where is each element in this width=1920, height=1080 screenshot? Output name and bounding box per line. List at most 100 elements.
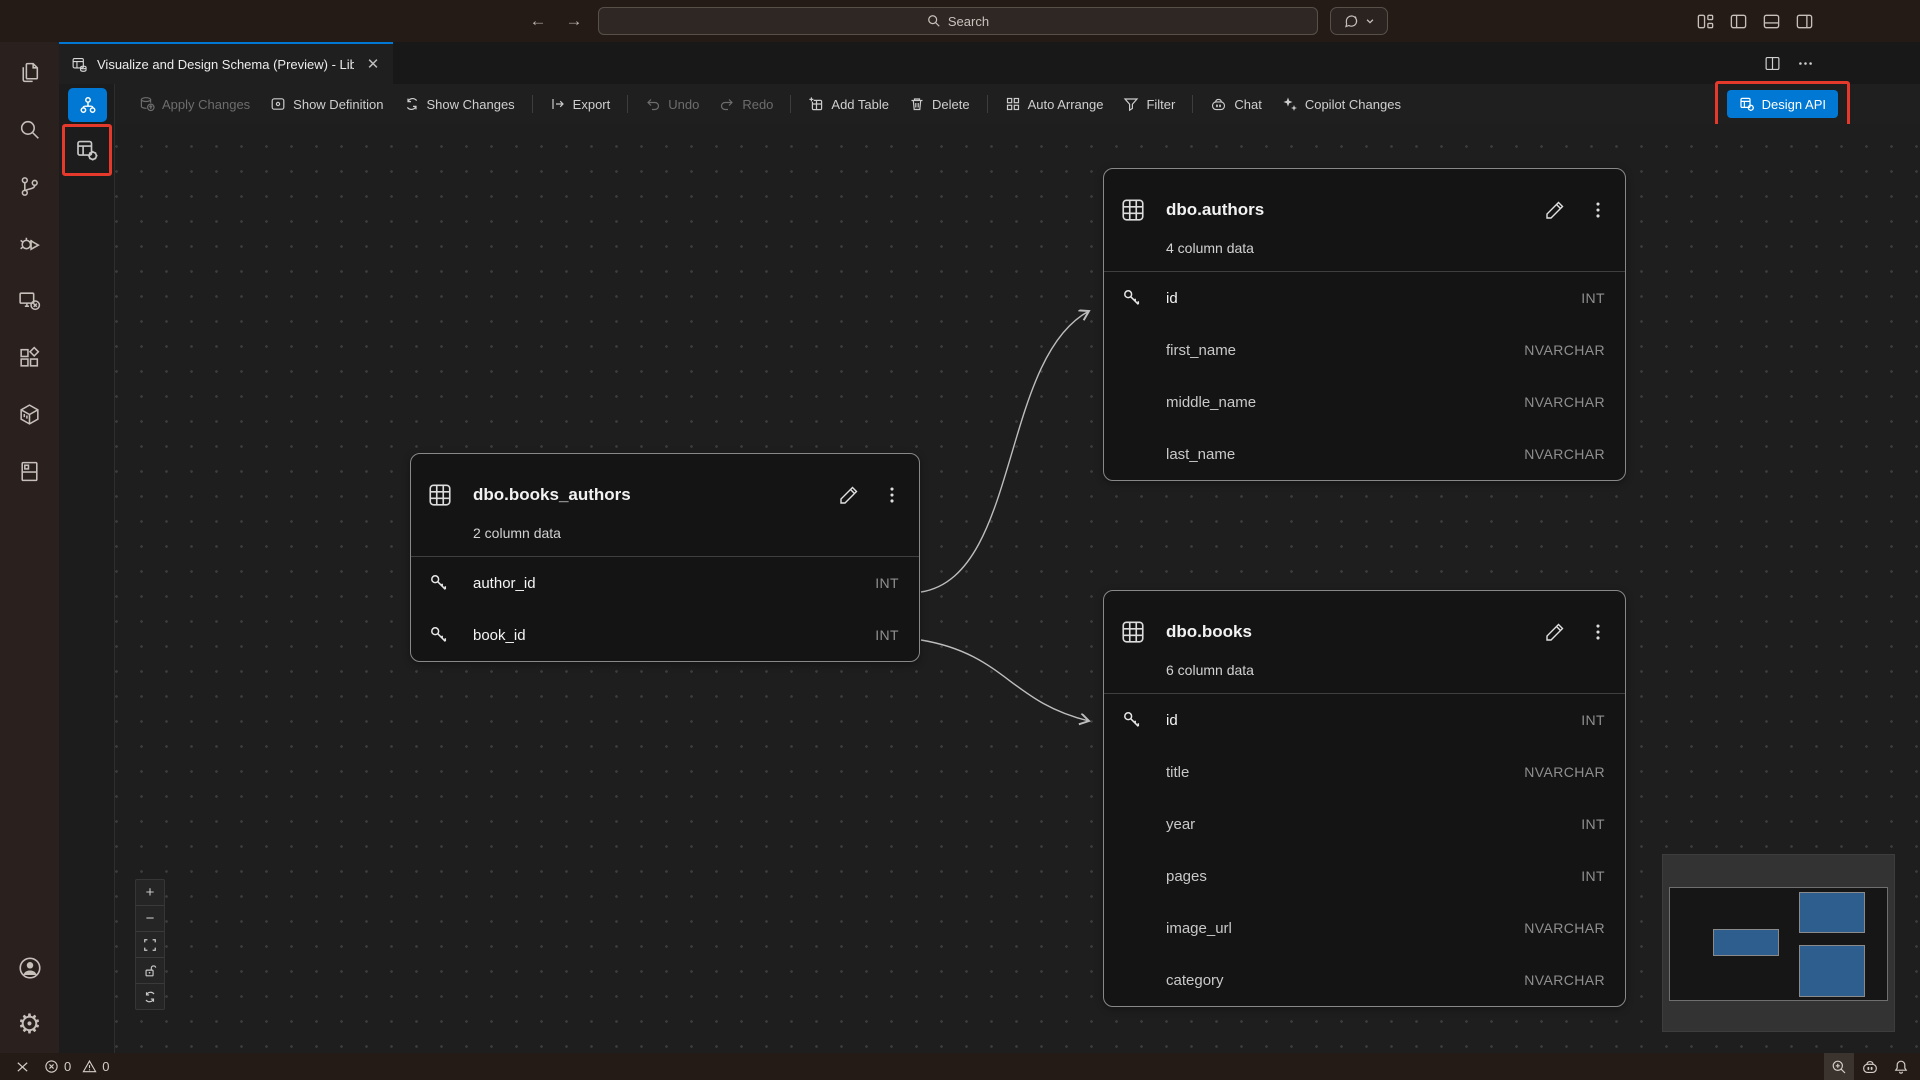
chat-button[interactable]: Chat: [1200, 90, 1271, 118]
accounts-icon[interactable]: [0, 939, 59, 996]
remote-indicator[interactable]: [8, 1053, 37, 1080]
search-sidebar-icon[interactable]: [0, 101, 59, 158]
extensions-icon[interactable]: [0, 329, 59, 386]
copilot-status[interactable]: [1854, 1053, 1886, 1080]
primary-key-icon: [427, 571, 453, 595]
table-row[interactable]: idINT: [1104, 272, 1625, 324]
filter-label: Filter: [1146, 97, 1175, 112]
schema-diagram-canvas[interactable]: dbo.books_authors 2 column data author_i…: [115, 124, 1920, 1053]
table-row[interactable]: image_urlNVARCHAR: [1104, 902, 1625, 954]
table-card-books[interactable]: dbo.books 6 column data idINTtitleNVARCH…: [1103, 590, 1626, 1007]
forward-arrow-icon[interactable]: →: [563, 10, 585, 32]
refresh-icon: [143, 990, 157, 1004]
table-row[interactable]: first_nameNVARCHAR: [1104, 324, 1625, 376]
explorer-icon[interactable]: [0, 44, 59, 101]
notifications-bell[interactable]: [1886, 1053, 1916, 1080]
search-label: Search: [948, 14, 989, 29]
toggle-panel-icon[interactable]: [1762, 12, 1781, 31]
primary-key-icon: [1120, 286, 1146, 310]
table-row[interactable]: book_idINT: [411, 609, 919, 661]
remote-explorer-icon[interactable]: [0, 272, 59, 329]
diagram-minimap[interactable]: [1662, 854, 1895, 1032]
tab-close-icon[interactable]: ✕: [363, 54, 383, 74]
table-row[interactable]: yearINT: [1104, 798, 1625, 850]
copilot-status-icon: [1861, 1058, 1879, 1076]
problems-indicator[interactable]: 0 0: [37, 1053, 116, 1080]
edit-table-pencil-icon[interactable]: [1543, 198, 1567, 222]
undo-button[interactable]: Undo: [635, 90, 709, 118]
column-type: NVARCHAR: [1524, 394, 1605, 410]
errors-icon: [44, 1059, 59, 1074]
show-changes-label: Show Changes: [427, 97, 515, 112]
export-label: Export: [573, 97, 611, 112]
redo-icon: [719, 96, 735, 112]
toggle-secondary-sidebar-icon[interactable]: [1795, 12, 1814, 31]
table-row[interactable]: author_idINT: [411, 557, 919, 609]
activity-bar: ⚙: [0, 42, 59, 1053]
redo-button[interactable]: Redo: [709, 90, 783, 118]
minimap-node-books-authors: [1713, 929, 1779, 956]
add-table-button[interactable]: Add Table: [798, 90, 899, 118]
tab-bar-actions: [1764, 42, 1814, 84]
fit-view-icon: [143, 938, 157, 952]
database-projects-icon[interactable]: [0, 443, 59, 500]
status-bar: 0 0: [0, 1053, 1920, 1080]
status-bar-left: 0 0: [0, 1053, 116, 1080]
table-designer-icon[interactable]: [75, 138, 99, 162]
toolbar-separator: [790, 95, 791, 113]
vscode-window: { "window": { "search_placeholder": "Sea…: [0, 0, 1920, 1080]
edge-books-authors-to-authors: [921, 311, 1089, 592]
lock-canvas-button[interactable]: [136, 958, 164, 983]
run-debug-icon[interactable]: [0, 215, 59, 272]
table-row[interactable]: last_nameNVARCHAR: [1104, 428, 1625, 480]
table-row[interactable]: pagesINT: [1104, 850, 1625, 902]
split-editor-icon[interactable]: [1764, 55, 1781, 72]
zoom-out-button[interactable]: −: [136, 906, 164, 931]
refresh-diagram-button[interactable]: [136, 984, 164, 1009]
show-changes-button[interactable]: Show Changes: [394, 90, 525, 118]
table-name: dbo.authors: [1166, 195, 1543, 225]
design-api-button[interactable]: Design API: [1727, 90, 1838, 118]
table-row[interactable]: idINT: [1104, 694, 1625, 746]
export-button[interactable]: Export: [540, 90, 621, 118]
fit-view-button[interactable]: [136, 932, 164, 957]
table-subtitle: 2 column data: [411, 510, 919, 556]
delete-button[interactable]: Delete: [899, 90, 980, 118]
show-definition-button[interactable]: Show Definition: [260, 90, 393, 118]
edge-books-authors-to-books: [921, 640, 1089, 721]
relationship-edges: [115, 124, 1920, 1053]
command-center-search[interactable]: Search: [598, 7, 1318, 35]
edit-table-pencil-icon[interactable]: [1543, 620, 1567, 644]
filter-button[interactable]: Filter: [1113, 90, 1185, 118]
table-row[interactable]: middle_nameNVARCHAR: [1104, 376, 1625, 428]
table-more-options-icon[interactable]: [881, 484, 903, 506]
copilot-menu-button[interactable]: [1330, 7, 1388, 35]
table-row[interactable]: categoryNVARCHAR: [1104, 954, 1625, 1006]
apply-changes-button[interactable]: Apply Changes: [129, 90, 260, 118]
copilot-changes-button[interactable]: Copilot Changes: [1272, 90, 1411, 118]
add-table-icon: [808, 96, 824, 112]
primary-key-icon: [1120, 708, 1146, 732]
edit-table-pencil-icon[interactable]: [837, 483, 861, 507]
editor-zoom-indicator[interactable]: [1824, 1053, 1854, 1080]
customize-layout-icon[interactable]: [1696, 12, 1715, 31]
tab-visualize-design-schema[interactable]: Visualize and Design Schema (Preview) - …: [59, 42, 393, 84]
bell-icon: [1893, 1059, 1909, 1075]
table-row[interactable]: titleNVARCHAR: [1104, 746, 1625, 798]
settings-gear-icon[interactable]: ⚙: [0, 996, 59, 1053]
table-more-options-icon[interactable]: [1587, 199, 1609, 221]
table-card-authors[interactable]: dbo.authors 4 column data idINTfirst_nam…: [1103, 168, 1626, 481]
table-name: dbo.books_authors: [473, 480, 837, 510]
source-control-icon[interactable]: [0, 158, 59, 215]
table-more-options-icon[interactable]: [1587, 621, 1609, 643]
toggle-primary-sidebar-icon[interactable]: [1729, 12, 1748, 31]
back-arrow-icon[interactable]: ←: [527, 10, 549, 32]
table-rows: idINTtitleNVARCHARyearINTpagesINTimage_u…: [1104, 694, 1625, 1006]
table-card-books-authors[interactable]: dbo.books_authors 2 column data author_i…: [410, 453, 920, 662]
auto-arrange-button[interactable]: Auto Arrange: [995, 90, 1114, 118]
more-actions-icon[interactable]: [1797, 55, 1814, 72]
toolbar-separator: [987, 95, 988, 113]
containers-icon[interactable]: [0, 386, 59, 443]
zoom-in-button[interactable]: +: [136, 880, 164, 905]
schema-diagram-view-button[interactable]: [68, 88, 107, 122]
